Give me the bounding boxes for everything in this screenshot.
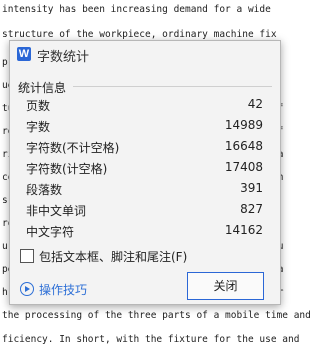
- stat-label: 字数: [26, 120, 51, 134]
- document-text-line: the processing of the three parts of a m…: [2, 310, 311, 321]
- stat-label: 字符数(不计空格): [26, 141, 120, 155]
- stat-value: 14162: [224, 223, 263, 237]
- stat-label: 非中文单词: [26, 204, 87, 218]
- wps-writer-icon: W: [17, 47, 31, 61]
- stat-value: 391: [240, 181, 263, 195]
- dialog-titlebar[interactable]: W 字数统计: [10, 41, 280, 67]
- word-count-dialog: W 字数统计 统计信息 页数 42 字数 14989 字符数(不计空格) 166…: [9, 40, 281, 305]
- play-circle-icon[interactable]: [20, 282, 34, 296]
- stat-label: 段落数: [26, 183, 63, 197]
- stat-row-chinese-characters: 中文字符 14162: [10, 223, 280, 243]
- dialog-title: 字数统计: [37, 50, 90, 65]
- stat-row-words: 字数 14989: [10, 118, 280, 138]
- operation-tips-label[interactable]: 操作技巧: [39, 281, 87, 298]
- stat-row-paragraphs: 段落数 391: [10, 181, 280, 201]
- stat-label: 中文字符: [26, 225, 75, 239]
- document-text-fragment: h: [2, 287, 8, 298]
- stat-value: 42: [247, 97, 263, 111]
- document-text-fragment: s: [2, 195, 8, 206]
- stat-row-non-chinese-words: 非中文单词 827: [10, 202, 280, 222]
- stat-row-characters-with-spaces: 字符数(计空格) 17408: [10, 160, 280, 180]
- stat-label: 页数: [26, 99, 51, 113]
- stat-value: 17408: [224, 160, 263, 174]
- document-text-line: ficiency. In short, with the fixture for…: [2, 334, 300, 345]
- stat-value: 827: [240, 202, 263, 216]
- group-divider: [73, 86, 272, 87]
- document-text-line: structure of the workpiece, ordinary mac…: [2, 29, 277, 40]
- statistics-group-title: 统计信息: [18, 81, 67, 95]
- include-textboxes-checkbox[interactable]: [20, 249, 34, 263]
- stat-value: 16648: [224, 139, 263, 153]
- stat-value: 14989: [224, 118, 263, 132]
- include-textboxes-label[interactable]: 包括文本框、脚注和尾注(F): [39, 248, 187, 265]
- stat-row-characters-no-spaces: 字符数(不计空格) 16648: [10, 139, 280, 159]
- document-text-line: intensity has been increasing demand for…: [2, 4, 271, 15]
- stat-label: 字符数(计空格): [26, 162, 108, 176]
- close-button[interactable]: 关闭: [187, 272, 264, 300]
- stat-row-pages: 页数 42: [10, 97, 280, 117]
